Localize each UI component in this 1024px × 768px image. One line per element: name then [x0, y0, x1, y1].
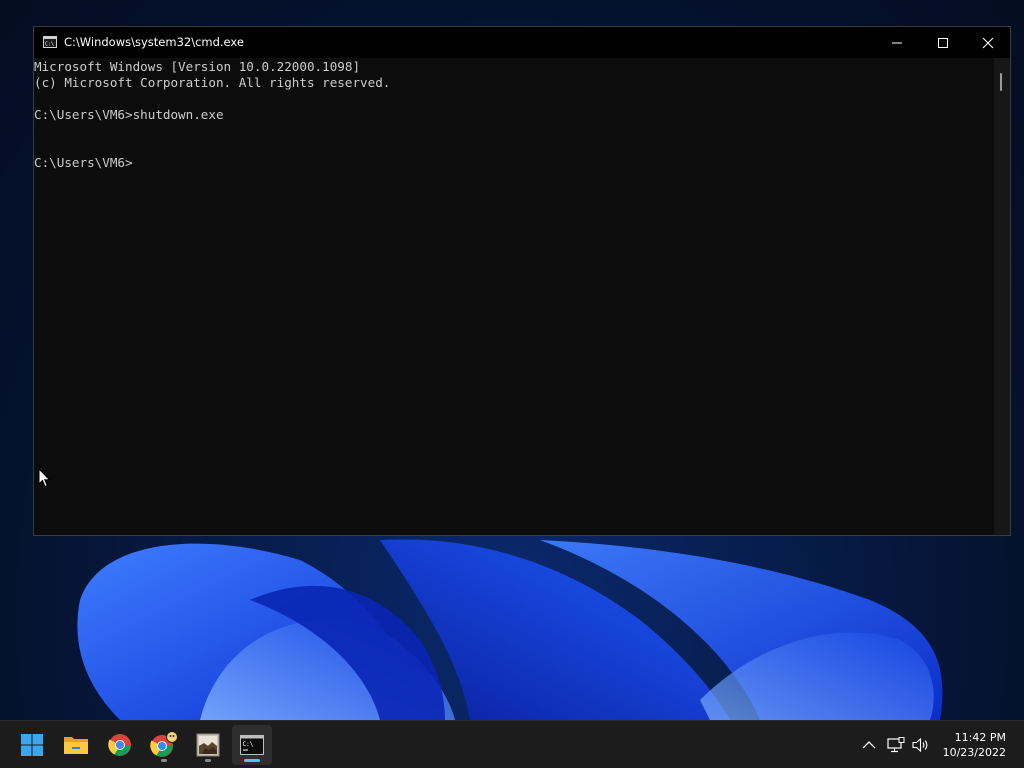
close-button[interactable]: [965, 27, 1011, 58]
console-prompt[interactable]: C:\Users\VM6>: [34, 155, 994, 171]
taskbar-file-explorer[interactable]: [56, 725, 96, 765]
tray-network[interactable]: [886, 735, 906, 755]
console-line: C:\Users\VM6>shutdown.exe: [34, 107, 224, 122]
running-indicator: [205, 759, 211, 762]
chrome-icon: [108, 734, 131, 756]
mouse-pointer-icon: [38, 468, 51, 488]
folder-icon: [64, 737, 88, 754]
title-bar[interactable]: C:\ C:\Windows\system32\cmd.exe: [34, 27, 1010, 58]
vertical-scrollbar[interactable]: [994, 58, 1010, 535]
chrome-profile-icon: [150, 731, 178, 757]
volume-icon: [912, 737, 928, 753]
command-prompt-window[interactable]: C:\ C:\Windows\system32\cmd.exe Microsof…: [33, 26, 1011, 536]
svg-text:C:\: C:\: [243, 741, 254, 748]
console-line: Microsoft Windows [Version 10.0.22000.10…: [34, 59, 361, 74]
taskbar-command-prompt[interactable]: C:\: [232, 725, 272, 765]
window-title: C:\Windows\system32\cmd.exe: [64, 35, 244, 49]
tray-overflow-button[interactable]: [859, 735, 879, 755]
taskbar-clock[interactable]: 11:42 PM 10/23/2022: [943, 730, 1006, 760]
maximize-button[interactable]: [920, 27, 966, 58]
minimize-button[interactable]: [874, 27, 920, 58]
chevron-up-icon: [862, 741, 876, 749]
cmd-icon: C:\: [43, 36, 57, 48]
clock-time: 11:42 PM: [954, 731, 1006, 744]
console-output[interactable]: Microsoft Windows [Version 10.0.22000.10…: [34, 58, 994, 536]
taskbar-image-app[interactable]: [188, 725, 228, 765]
taskbar: C:\ 11:42 PM 10/23/2022: [0, 720, 1024, 768]
taskbar-chrome[interactable]: [100, 725, 140, 765]
maximize-icon: [938, 37, 948, 48]
active-indicator: [244, 759, 260, 762]
terminal-icon: C:\: [240, 735, 264, 755]
console-line: (c) Microsoft Corporation. All rights re…: [34, 75, 391, 90]
tray-volume[interactable]: [911, 735, 931, 755]
running-indicator: [161, 759, 167, 762]
scrollbar-thumb[interactable]: [1000, 73, 1002, 91]
image-thumbnail-icon: [196, 733, 220, 757]
network-icon: [887, 737, 905, 753]
taskbar-chrome-profile[interactable]: [144, 725, 184, 765]
minimize-icon: [892, 42, 902, 43]
windows-start-icon: [21, 734, 43, 756]
start-button[interactable]: [12, 725, 52, 765]
clock-date: 10/23/2022: [942, 746, 1006, 759]
close-icon: [982, 37, 994, 48]
svg-text:C:\: C:\: [45, 42, 54, 48]
